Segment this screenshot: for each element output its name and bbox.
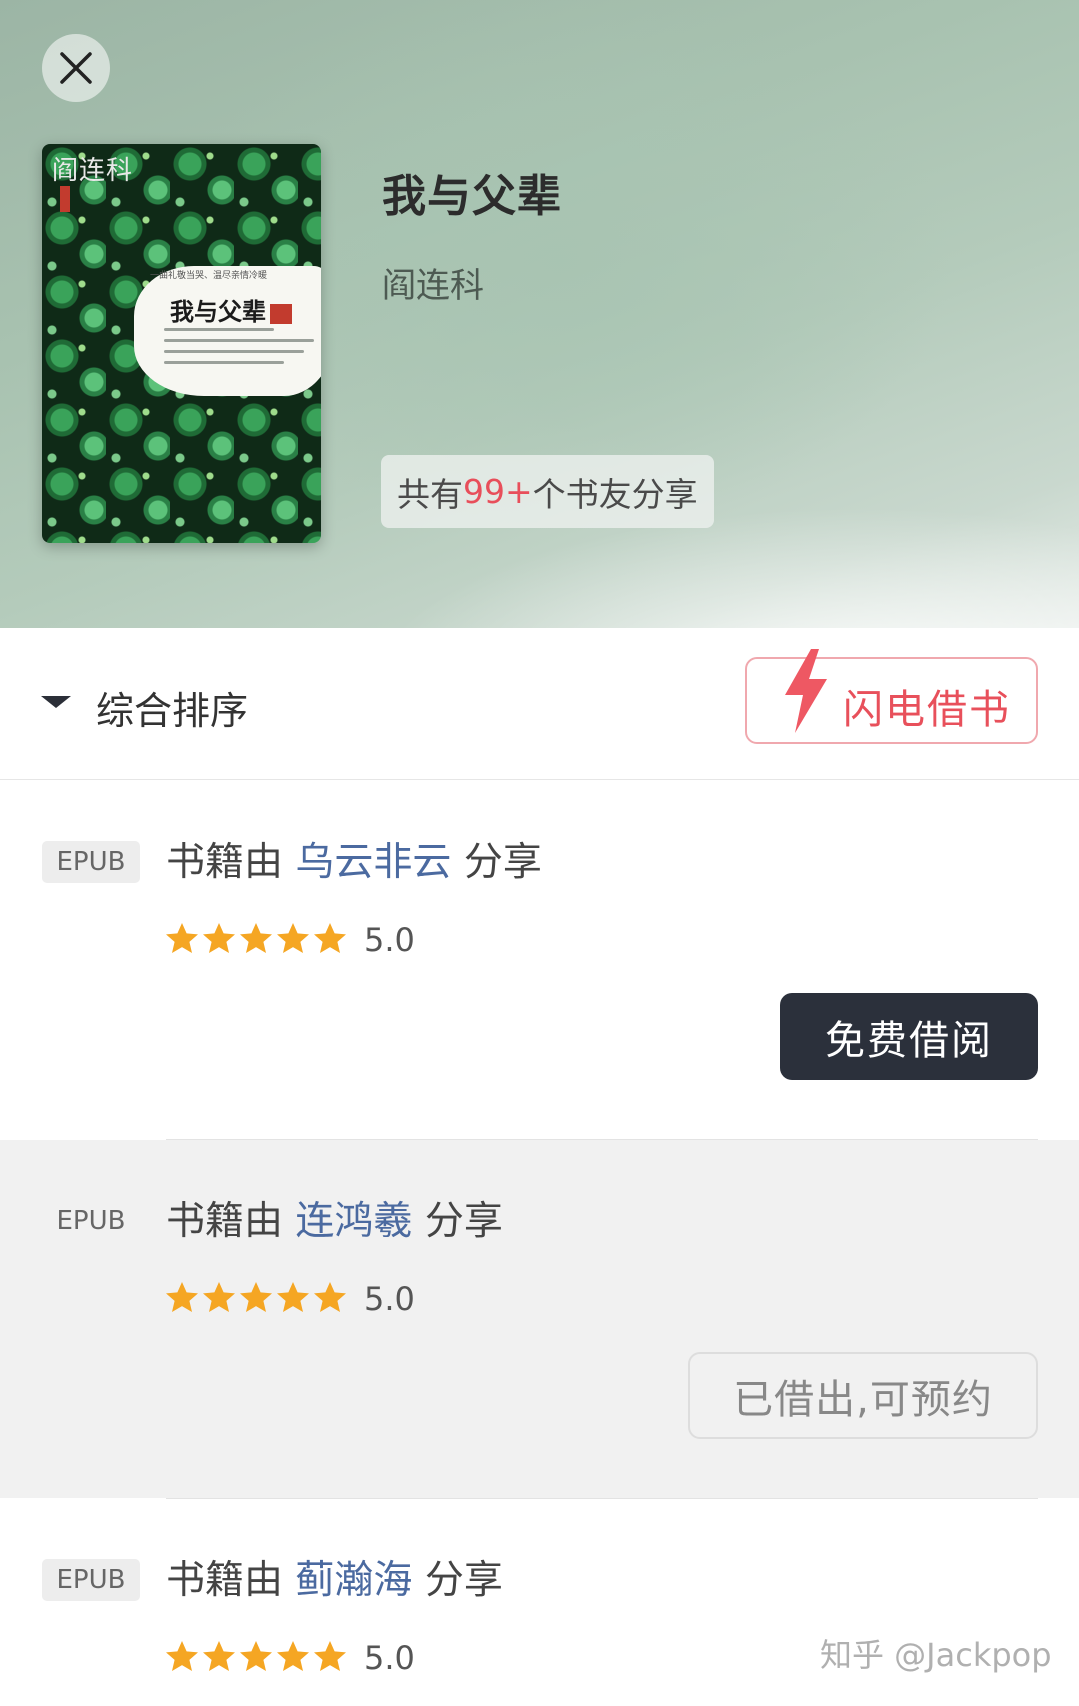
share-line-suffix: 分享 (463, 840, 542, 885)
rating-score: 5.0 (364, 921, 415, 959)
flash-borrow-label: 闪电借书 (843, 687, 1011, 733)
cover-title-text: 我与父辈 (170, 297, 266, 326)
rating-stars (164, 921, 348, 957)
rating-score: 5.0 (364, 1280, 415, 1318)
share-listing: EPUB 书籍由 乌云非云 分享 5.0 免费借阅 (0, 781, 1079, 1139)
cover-title: 我与父辈 (170, 292, 292, 327)
share-line: 书籍由 蓟瀚海 分享 (166, 1549, 503, 1605)
rating-stars (164, 1639, 348, 1675)
book-author[interactable]: 阎连科 (382, 258, 484, 307)
star-icon (203, 1641, 235, 1671)
star-icon (314, 1282, 346, 1312)
book-cover[interactable]: 阎连科 一曲礼敬当哭、温尽亲情冷暖 我与父辈 (42, 144, 321, 543)
close-button[interactable] (42, 34, 110, 102)
share-line-suffix: 分享 (424, 1558, 503, 1603)
sharer-name[interactable]: 乌云非云 (295, 840, 451, 885)
share-line-prefix: 书籍由 (166, 1558, 284, 1603)
reserve-button[interactable]: 已借出,可预约 (688, 1352, 1038, 1439)
flash-borrow-button[interactable]: 闪电借书 (745, 649, 1038, 744)
rating-score: 5.0 (364, 1639, 415, 1677)
lightning-icon (785, 649, 827, 733)
cover-tagline: 一曲礼敬当哭、温尽亲情冷暖 (150, 271, 268, 281)
share-suffix: 个书友分享 (532, 474, 698, 514)
star-icon (277, 1641, 309, 1671)
share-line: 书籍由 乌云非云 分享 (166, 831, 542, 887)
rating-stars (164, 1280, 348, 1316)
star-icon (314, 1641, 346, 1671)
star-icon (314, 923, 346, 953)
star-icon (203, 923, 235, 953)
share-count: 99+ (463, 472, 533, 511)
star-icon (166, 1641, 198, 1671)
star-icon (277, 923, 309, 953)
sharer-name[interactable]: 连鸿羲 (295, 1199, 412, 1244)
cover-text-lines (164, 328, 314, 372)
star-icon (240, 923, 272, 953)
caret-down-icon[interactable] (41, 696, 71, 708)
format-badge: EPUB (56, 1206, 126, 1236)
watermark: 知乎 @Jackpop (820, 1636, 1052, 1674)
format-badge: EPUB (42, 1559, 140, 1601)
star-icon (203, 1282, 235, 1312)
sharer-name[interactable]: 蓟瀚海 (295, 1558, 412, 1603)
book-header: 阎连科 一曲礼敬当哭、温尽亲情冷暖 我与父辈 我与父辈 阎连科 共有 99+ 个书友… (0, 0, 1079, 628)
close-icon (60, 52, 92, 84)
share-line: 书籍由 连鸿羲 分享 (166, 1190, 503, 1246)
cover-author: 阎连科 (52, 156, 134, 186)
book-title: 我与父辈 (382, 171, 562, 222)
star-icon (166, 923, 198, 953)
share-line-prefix: 书籍由 (166, 1199, 284, 1244)
free-borrow-button[interactable]: 免费借阅 (780, 993, 1038, 1080)
share-prefix: 共有 (397, 474, 463, 514)
sort-dropdown[interactable]: 综合排序 (96, 680, 248, 735)
star-icon (277, 1282, 309, 1312)
cover-seal (60, 186, 70, 212)
format-badge: EPUB (42, 841, 140, 883)
cover-title-seal (270, 303, 292, 324)
share-line-prefix: 书籍由 (166, 840, 284, 885)
star-icon (240, 1282, 272, 1312)
star-icon (240, 1641, 272, 1671)
share-listing: EPUB 书籍由 连鸿羲 分享 5.0 已借出,可预约 (0, 1140, 1079, 1498)
share-line-suffix: 分享 (424, 1199, 503, 1244)
star-icon (166, 1282, 198, 1312)
share-count-pill: 共有 99+ 个书友分享 (381, 455, 714, 528)
